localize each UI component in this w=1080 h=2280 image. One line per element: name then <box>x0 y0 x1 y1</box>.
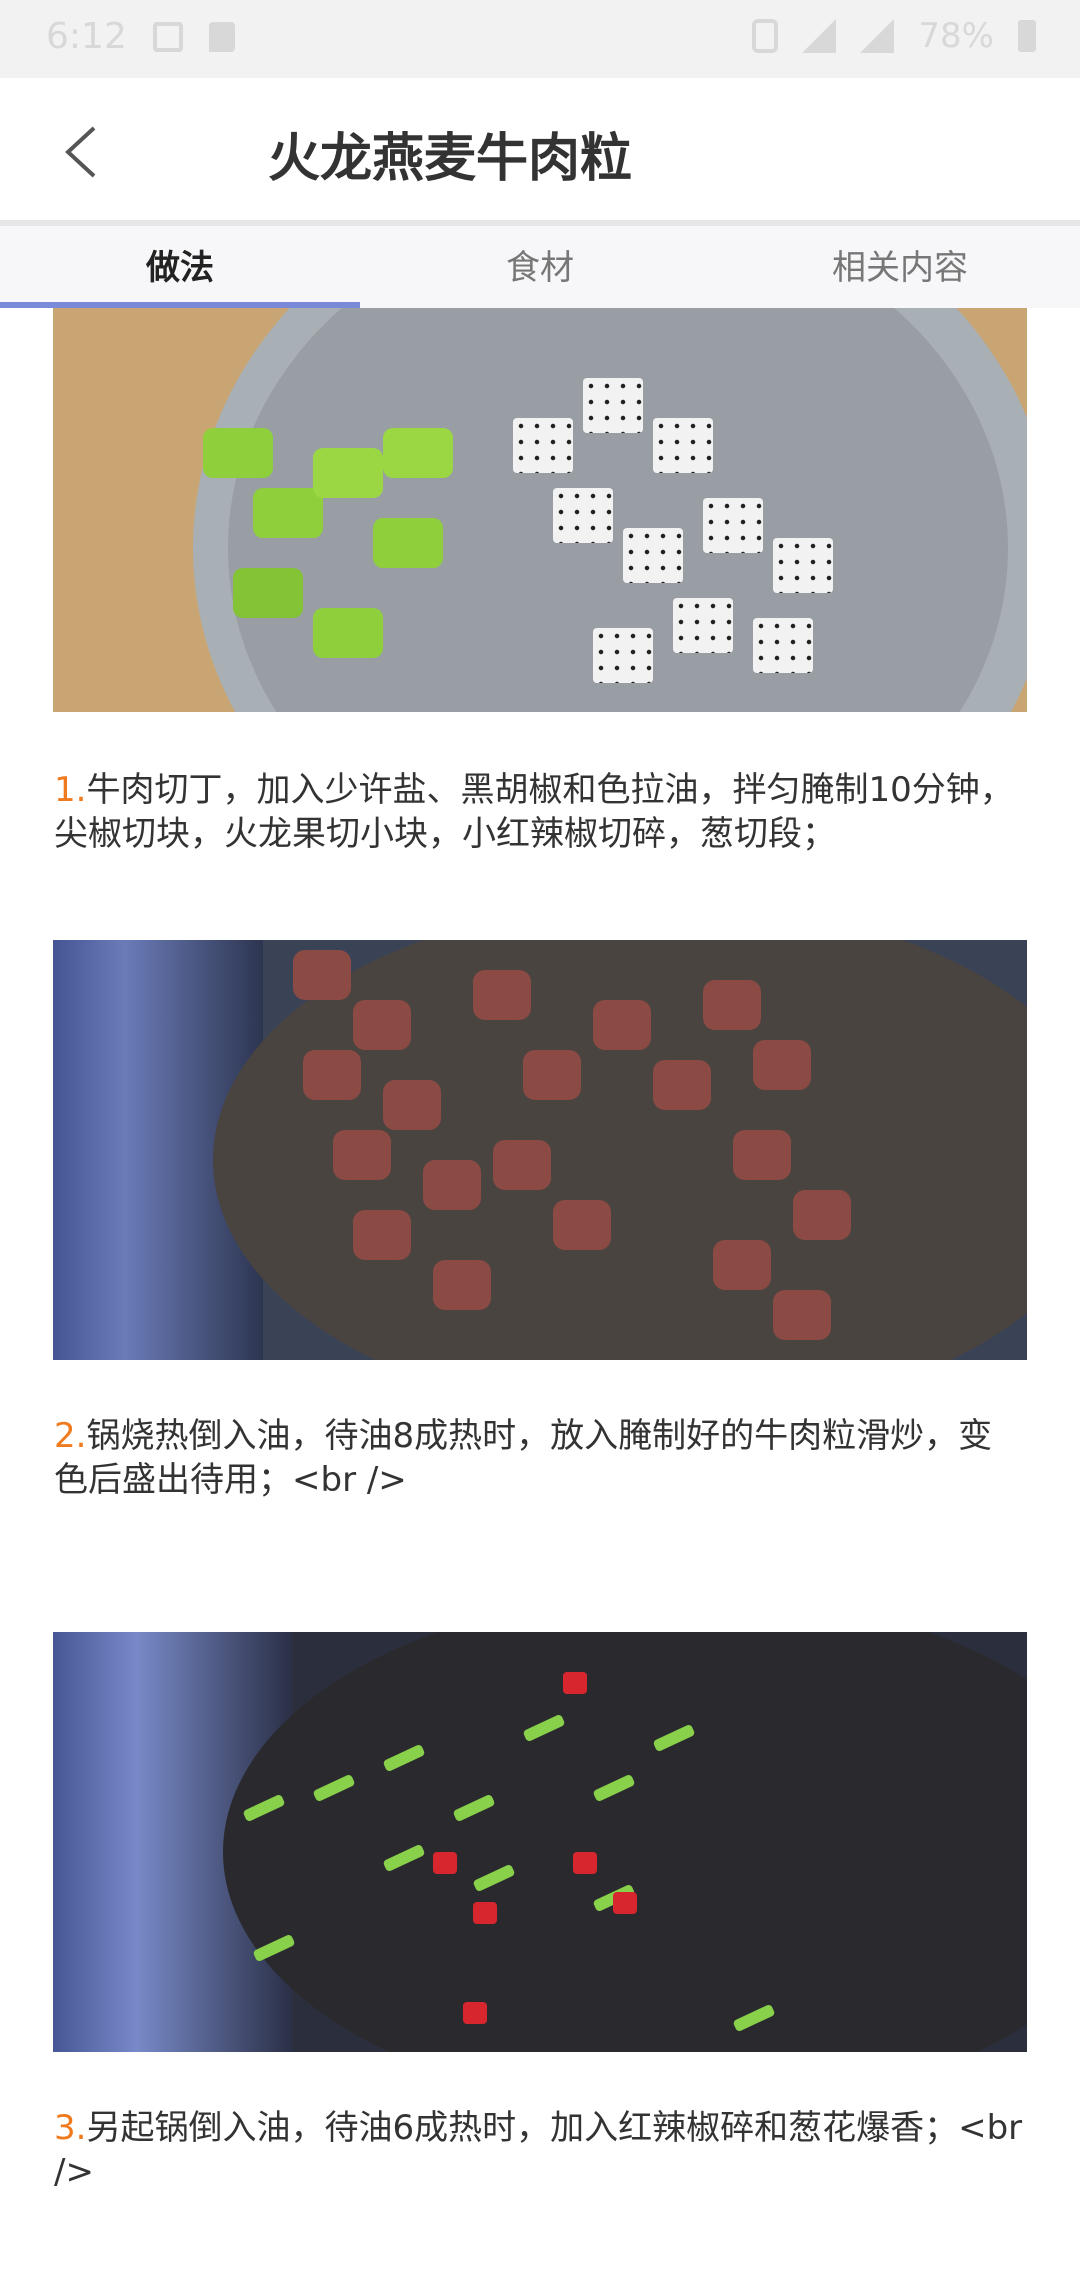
step-1: 1.牛肉切丁，加入少许盐、黑胡椒和色拉油，拌匀腌制10分钟，尖椒切块，火龙果切小… <box>54 768 1024 856</box>
message-notification-icon <box>208 21 235 52</box>
step-2-text: 锅烧热倒入油，待油8成热时，放入腌制好的牛肉粒滑炒，变色后盛出待用；<br /> <box>54 1416 993 1500</box>
tab-bar: 做法 食材 相关内容 <box>0 226 1080 308</box>
wifi-icon <box>860 19 895 53</box>
tab-ingredients[interactable]: 食材 <box>360 226 720 308</box>
step-3-image <box>53 1632 1027 2052</box>
status-bar: 6:12 78% <box>0 0 1080 78</box>
step-3-text: 另起锅倒入油，待油6成热时，加入红辣椒碎和葱花爆香；<br /> <box>54 2108 1023 2192</box>
step-1-image <box>53 308 1027 712</box>
battery-icon <box>1018 20 1036 52</box>
step-3-number: 3. <box>54 2108 87 2148</box>
tab-related[interactable]: 相关内容 <box>720 226 1080 308</box>
step-2: 2.锅烧热倒入油，待油8成热时，放入腌制好的牛肉粒滑炒，变色后盛出待用；<br … <box>54 1414 1024 1502</box>
step-1-number: 1. <box>54 770 87 810</box>
gallery-notification-icon <box>152 21 183 52</box>
step-1-text: 牛肉切丁，加入少许盐、黑胡椒和色拉油，拌匀腌制10分钟，尖椒切块，火龙果切小块，… <box>54 770 1014 854</box>
vibrate-icon <box>752 19 779 53</box>
page-title: 火龙燕麦牛肉粒 <box>268 129 633 189</box>
signal-icon <box>802 19 837 53</box>
tab-method[interactable]: 做法 <box>0 226 360 308</box>
battery-percentage: 78% <box>918 16 994 56</box>
status-time: 6:12 <box>46 16 127 57</box>
step-2-number: 2. <box>54 1416 87 1456</box>
app-bar: 火龙燕麦牛肉粒 <box>0 78 1080 226</box>
chevron-left-icon <box>65 126 96 178</box>
step-2-image <box>53 940 1027 1360</box>
step-3: 3.另起锅倒入油，待油6成热时，加入红辣椒碎和葱花爆香；<br /> <box>54 2106 1024 2194</box>
back-button[interactable] <box>56 122 116 182</box>
